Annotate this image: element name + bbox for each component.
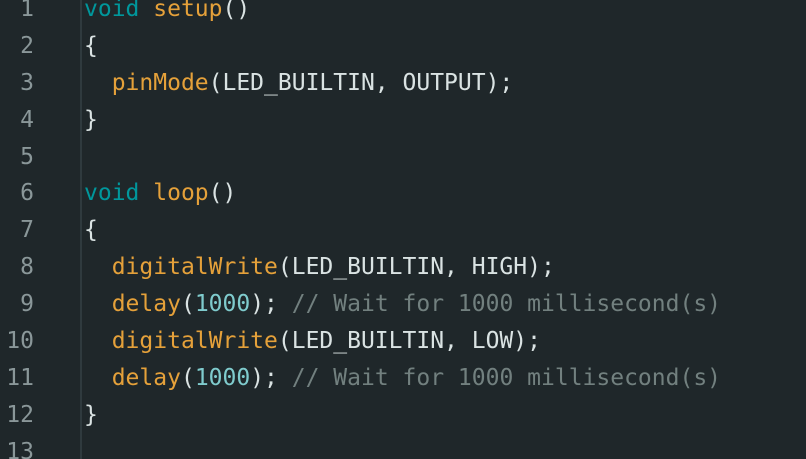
- code-token-plain: (LED_BUILTIN, OUTPUT);: [208, 69, 514, 96]
- code-token-plain: (: [180, 364, 195, 391]
- line-number: 4: [20, 106, 34, 133]
- code-lines[interactable]: 1 void setup() 2{3 pinMode(LED_BUILTIN, OU…: [0, 0, 806, 459]
- code-line[interactable]: 11 delay(1000); // Wait for 1000 millise…: [0, 360, 806, 397]
- code-token-plain: }: [84, 401, 98, 428]
- code-token-plain: );: [250, 364, 292, 391]
- code-line[interactable]: 13: [0, 434, 806, 459]
- code-token-plain: {: [84, 32, 98, 59]
- code-token-func: delay: [111, 291, 181, 318]
- code-line[interactable]: 3 pinMode(LED_BUILTIN, OUTPUT);: [0, 65, 806, 102]
- code-text[interactable]: pinMode(LED_BUILTIN, OUTPUT);: [84, 65, 514, 102]
- code-line[interactable]: 6 void loop(): [0, 175, 806, 212]
- code-text[interactable]: delay(1000); // Wait for 1000 millisecon…: [84, 286, 721, 323]
- code-text[interactable]: digitalWrite(LED_BUILTIN, HIGH);: [84, 249, 555, 286]
- line-number: 9: [20, 291, 34, 318]
- code-token-plain: );: [250, 291, 292, 318]
- line-number: 10: [6, 328, 34, 355]
- code-text[interactable]: }: [84, 102, 98, 139]
- code-text[interactable]: }: [84, 397, 98, 434]
- code-token-num: 1000: [194, 364, 251, 391]
- code-token-plain: {: [84, 217, 98, 244]
- line-number: 2: [20, 32, 34, 59]
- line-number: 1: [20, 0, 34, 22]
- code-line[interactable]: 9 delay(1000); // Wait for 1000 millisec…: [0, 286, 806, 323]
- code-text[interactable]: void setup(): [84, 0, 250, 28]
- code-token-plain: (: [180, 291, 195, 318]
- code-token-num: 1000: [194, 291, 251, 318]
- code-token-plain: }: [84, 106, 98, 133]
- code-token-comment: // Wait for 1000 millisecond(s): [291, 291, 722, 318]
- code-text[interactable]: void loop(): [84, 175, 236, 212]
- code-text[interactable]: {: [84, 28, 98, 65]
- code-token-func: delay: [111, 364, 181, 391]
- code-token-keyword: void: [84, 0, 140, 22]
- line-number: 6: [20, 180, 34, 207]
- code-text[interactable]: {: [84, 212, 98, 249]
- code-line[interactable]: 10 digitalWrite(LED_BUILTIN, LOW);: [0, 323, 806, 360]
- code-line[interactable]: 8 digitalWrite(LED_BUILTIN, HIGH);: [0, 249, 806, 286]
- code-line[interactable]: 5: [0, 139, 806, 176]
- code-token-keyword: void: [84, 180, 140, 207]
- line-number: 12: [6, 401, 34, 428]
- code-token-plain: (): [222, 0, 251, 22]
- code-token-func: loop: [153, 180, 209, 207]
- code-token-func: digitalWrite: [111, 328, 278, 355]
- line-number: 11: [6, 364, 34, 391]
- line-number: 8: [20, 254, 34, 281]
- code-line[interactable]: 1 void setup(): [0, 0, 806, 28]
- code-line[interactable]: 7{: [0, 212, 806, 249]
- code-text[interactable]: delay(1000); // Wait for 1000 millisecon…: [84, 360, 721, 397]
- line-number: 3: [20, 69, 34, 96]
- code-text[interactable]: digitalWrite(LED_BUILTIN, LOW);: [84, 323, 541, 360]
- code-token-func: pinMode: [111, 69, 209, 96]
- code-line[interactable]: 4}: [0, 102, 806, 139]
- code-token-comment: // Wait for 1000 millisecond(s): [291, 364, 722, 391]
- line-number: 5: [20, 143, 34, 170]
- code-token-func: setup: [153, 0, 223, 22]
- code-token-func: digitalWrite: [111, 254, 278, 281]
- code-token-plain: (LED_BUILTIN, LOW);: [277, 328, 541, 355]
- code-editor[interactable]: 1 void setup() 2{3 pinMode(LED_BUILTIN, OU…: [0, 0, 806, 459]
- line-number: 13: [6, 438, 34, 459]
- line-number: 7: [20, 217, 34, 244]
- code-line[interactable]: 12}: [0, 397, 806, 434]
- code-line[interactable]: 2{: [0, 28, 806, 65]
- code-token-plain: (LED_BUILTIN, HIGH);: [277, 254, 555, 281]
- code-token-plain: (): [208, 180, 237, 207]
